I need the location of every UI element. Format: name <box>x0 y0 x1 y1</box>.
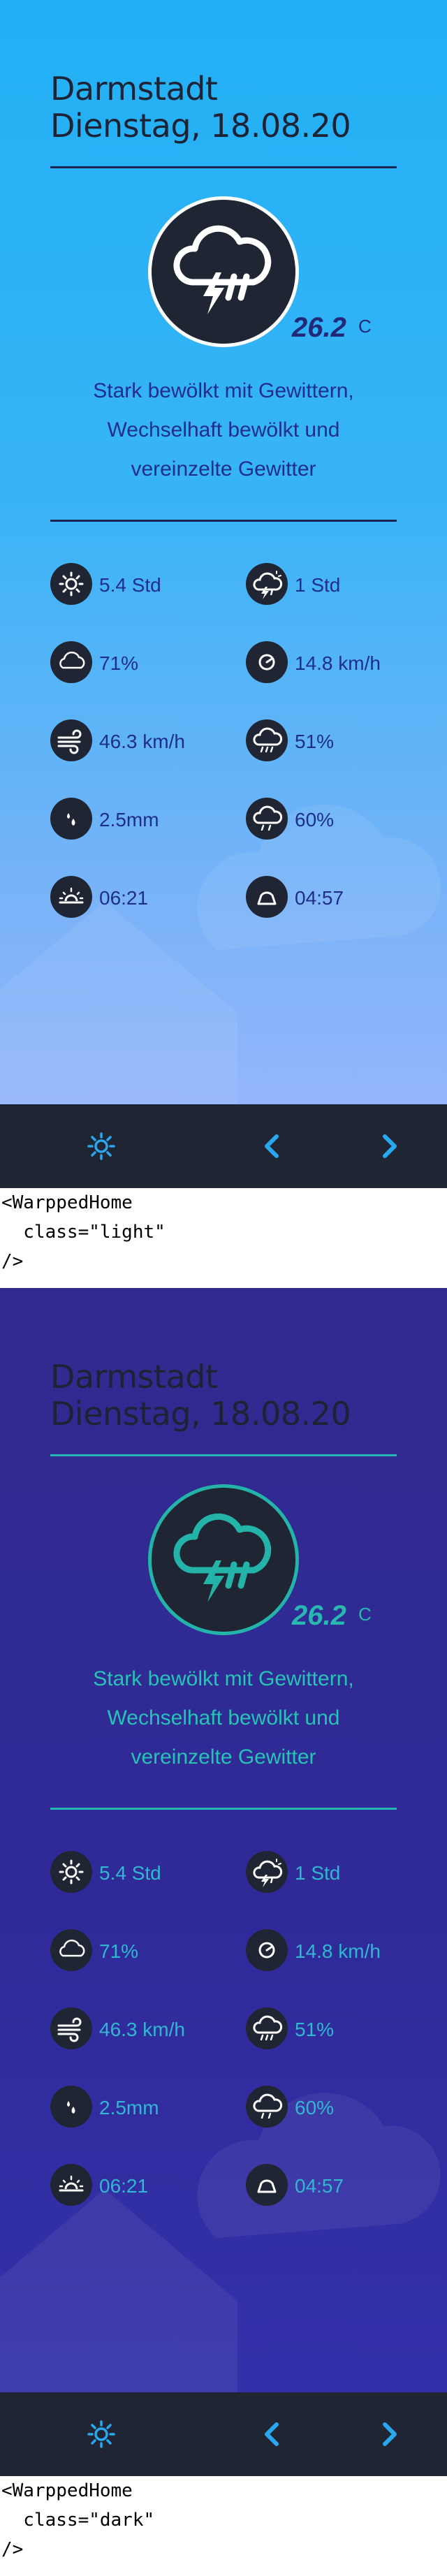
code-line-2: class="light" <box>1 1222 166 1243</box>
cloud-icon <box>50 1929 92 1971</box>
bottom-navbar <box>0 2392 447 2476</box>
sunset-icon <box>246 2164 288 2206</box>
sunrise-icon <box>50 2164 92 2206</box>
weather-description-line-1: Stark bewölkt mit Gewittern, <box>93 1667 354 1690</box>
weather-description-line-2: Wechselhaft bewölkt und <box>107 418 340 441</box>
wind-speed-value: 46.3 km/h <box>99 731 185 752</box>
temperature-value: 26.2 <box>292 312 346 343</box>
wind-icon <box>50 2007 92 2049</box>
cloud-rain-icon <box>246 719 288 761</box>
gauge-icon <box>246 641 288 683</box>
code-line-3: /> <box>1 1251 24 1272</box>
header-divider <box>50 166 397 168</box>
gauge-icon <box>246 1929 288 1971</box>
chevron-right-icon <box>383 1134 397 1158</box>
humidity-value: 60% <box>295 809 335 830</box>
weather-description-line-1: Stark bewölkt mit Gewittern, <box>93 379 354 402</box>
weather-condition-badge <box>148 196 299 347</box>
wind-icon <box>50 719 92 761</box>
next-day-button[interactable] <box>368 2413 410 2455</box>
description-divider <box>50 520 397 522</box>
previous-day-button[interactable] <box>251 2413 293 2455</box>
weather-description-line-3: vereinzelte Gewitter <box>131 458 316 481</box>
light-weather-screen: Darmstadt Dienstag, 18.08.20 26.2 C Star… <box>0 0 447 1104</box>
cloud-cover-value: 71% <box>99 652 139 674</box>
gear-sun-icon <box>87 1132 115 1160</box>
sunset-time: 04:57 <box>295 2175 344 2197</box>
wind-speed-value: 46.3 km/h <box>99 2019 185 2040</box>
sunset-time: 04:57 <box>295 887 344 909</box>
sunset-icon <box>246 876 288 918</box>
gear-sun-icon <box>87 2420 115 2448</box>
cloud-cover-value: 71% <box>99 1940 139 1962</box>
sunshine-hours: 5.4 Std <box>99 1862 161 1884</box>
raindrops-icon <box>50 2086 92 2128</box>
chevron-left-icon <box>265 1134 279 1158</box>
cloud-thunder-rain-icon <box>173 1513 272 1602</box>
dark-section: Darmstadt Dienstag, 18.08.20 26.2 C Star… <box>0 1288 447 2576</box>
sunrise-time: 06:21 <box>99 887 149 909</box>
light-code-snippet: <WarppedHome class="light" /> <box>0 1188 447 1288</box>
raindrops-icon <box>50 798 92 840</box>
chevron-left-icon <box>265 2422 279 2446</box>
wind-gust-value: 14.8 km/h <box>295 652 381 674</box>
cloud-sun-lightning-icon <box>246 563 288 605</box>
precipitation-value: 2.5mm <box>99 809 159 830</box>
humidity-value: 60% <box>295 2097 335 2118</box>
sun-icon <box>50 1851 92 1893</box>
code-line-1: <WarppedHome <box>1 1192 133 1213</box>
code-line-2: class="dark" <box>1 2510 155 2531</box>
chevron-right-icon <box>383 2422 397 2446</box>
settings-button[interactable] <box>80 2413 122 2455</box>
description-divider <box>50 1808 397 1810</box>
cloud-icon <box>50 641 92 683</box>
thunder-hours: 1 Std <box>295 1862 341 1884</box>
code-line-1: <WarppedHome <box>1 2480 133 2501</box>
weather-description-line-2: Wechselhaft bewölkt und <box>107 1706 340 1729</box>
cloud-thunder-rain-icon <box>173 225 272 314</box>
cloud-percent-icon <box>246 798 288 840</box>
city-name: Darmstadt <box>50 1358 218 1396</box>
cloud-sun-lightning-icon <box>246 1851 288 1893</box>
thunder-hours: 1 Std <box>295 574 341 596</box>
temperature-unit: C <box>358 316 372 337</box>
weather-condition-badge <box>148 1484 299 1635</box>
dark-code-snippet: <WarppedHome class="dark" /> <box>0 2476 447 2576</box>
precipitation-value: 2.5mm <box>99 2097 159 2118</box>
cloud-rain-icon <box>246 2007 288 2049</box>
previous-day-button[interactable] <box>251 1125 293 1167</box>
light-section: Darmstadt Dienstag, 18.08.20 26.2 C Star… <box>0 0 447 1288</box>
wind-gust-value: 14.8 km/h <box>295 1940 381 1962</box>
sunrise-icon <box>50 876 92 918</box>
header-divider <box>50 1454 397 1456</box>
sunrise-time: 06:21 <box>99 2175 149 2197</box>
bottom-navbar <box>0 1104 447 1188</box>
settings-button[interactable] <box>80 1125 122 1167</box>
temperature-unit: C <box>358 1604 372 1625</box>
date-label: Dienstag, 18.08.20 <box>50 1395 351 1433</box>
weather-description-line-3: vereinzelte Gewitter <box>131 1746 316 1769</box>
sun-icon <box>50 563 92 605</box>
temperature-value: 26.2 <box>292 1600 346 1631</box>
rain-probability-value: 51% <box>295 2019 335 2040</box>
rain-probability-value: 51% <box>295 731 335 752</box>
date-label: Dienstag, 18.08.20 <box>50 107 351 145</box>
city-name: Darmstadt <box>50 70 218 108</box>
dark-weather-screen: Darmstadt Dienstag, 18.08.20 26.2 C Star… <box>0 1288 447 2392</box>
sunshine-hours: 5.4 Std <box>99 574 161 596</box>
next-day-button[interactable] <box>368 1125 410 1167</box>
cloud-percent-icon <box>246 2086 288 2128</box>
code-line-3: /> <box>1 2539 24 2560</box>
